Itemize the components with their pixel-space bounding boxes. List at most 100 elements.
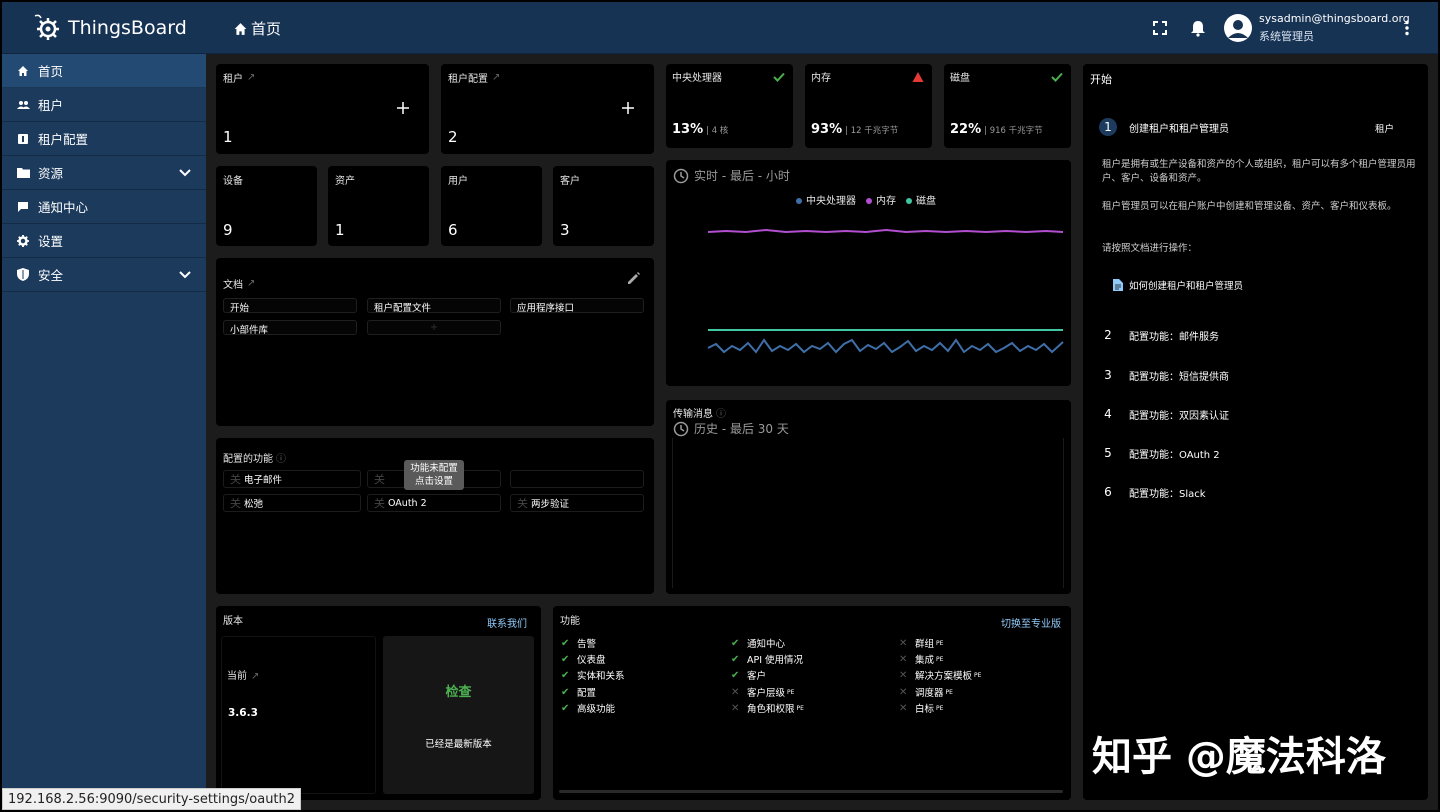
check-version-button[interactable]: 检查 — [383, 681, 534, 700]
step-3[interactable]: 3 配置功能：短信提供商 — [1099, 366, 1229, 384]
configured-features-label: 配置的功能 ⓘ — [223, 450, 286, 465]
current-version-value: 3.6.3 — [228, 707, 258, 719]
feature-item-label: 告警 — [577, 639, 597, 650]
gear-icon — [16, 234, 30, 248]
close-icon: ✕ — [899, 637, 908, 649]
feature-item: ✕ 集成 PE — [899, 652, 943, 667]
document-icon — [1113, 279, 1123, 291]
customers-count: 3 — [560, 221, 570, 239]
thingsboard-logo-icon — [34, 14, 59, 40]
folder-icon — [16, 166, 30, 180]
doc-link-widgets-library[interactable]: 小部件库 — [223, 320, 357, 336]
users-count: 6 — [448, 221, 458, 239]
sidebar-item-settings[interactable]: 设置 — [2, 224, 206, 258]
doc-link-api[interactable]: 应用程序接口 — [510, 298, 644, 314]
latest-version-text: 已经是最新版本 — [425, 739, 492, 750]
docs-label: 文档 ↗ — [223, 278, 256, 291]
memory-series-line — [707, 228, 1064, 234]
feature-email[interactable]: 关电子邮件 — [223, 470, 361, 488]
doc-link-tenant-profiles[interactable]: 租户配置文件 — [367, 298, 501, 314]
sidebar-item-tenants[interactable]: 租户 — [2, 88, 206, 122]
horizontal-scrollbar[interactable] — [559, 790, 1063, 793]
open-link-icon: ↗ — [492, 72, 501, 83]
step-1-paragraph-3: 请按照文档进行操作： — [1102, 243, 1198, 254]
sidebar-item-label: 设置 — [38, 234, 64, 249]
sidebar-item-home[interactable]: 首页 — [2, 54, 206, 88]
check-icon: ✔ — [561, 637, 570, 649]
feature-2fa[interactable]: 关两步验证 — [510, 494, 644, 512]
off-indicator: 关 — [374, 497, 385, 510]
feature-item-label: 通知中心 — [747, 639, 786, 650]
contact-us-link[interactable]: 联系我们 — [487, 615, 527, 630]
step-1[interactable]: 1 创建租户和租户管理员 — [1099, 118, 1229, 136]
open-link-icon: ↗ — [247, 72, 256, 83]
feature-item: ✔ 仪表盘 — [561, 652, 606, 667]
sidebar-item-tenant-profiles[interactable]: 租户配置 — [2, 122, 206, 156]
check-icon — [1051, 72, 1063, 82]
home-icon — [16, 64, 30, 78]
step-2[interactable]: 2 配置功能：邮件服务 — [1099, 326, 1219, 344]
edit-icon[interactable] — [626, 270, 642, 286]
feature-oauth2[interactable]: 关 OAuth 2 — [367, 494, 501, 512]
feature-item-label: 高级功能 — [577, 704, 616, 715]
open-link-icon: ↗ — [251, 671, 260, 682]
memory-value: 93% | 12 千兆字节 — [811, 122, 899, 137]
sidebar-item-security[interactable]: 安全 — [2, 258, 206, 292]
assets-card[interactable]: 资产 1 — [328, 166, 429, 246]
add-doc-link-button[interactable]: + — [367, 320, 501, 335]
feature-item-label: 解决方案模板 — [915, 671, 973, 682]
feature-item-label: 群组 — [915, 639, 935, 650]
doc-link-getting-started[interactable]: 开始 — [223, 298, 357, 314]
memory-card: 内存 93% | 12 千兆字节 — [805, 64, 932, 148]
chevron-down-icon[interactable] — [178, 268, 192, 282]
feature-item: ✔ API 使用情况 — [731, 652, 803, 667]
sidebar-item-label: 安全 — [38, 268, 64, 283]
step-5[interactable]: 5 配置功能：OAuth 2 — [1099, 444, 1220, 462]
fullscreen-icon[interactable] — [1151, 19, 1169, 37]
sidebar-item-label: 租户 — [38, 98, 64, 113]
info-icon: ⓘ — [276, 454, 286, 465]
avatar[interactable] — [1224, 14, 1252, 42]
tenant-profiles-card[interactable]: 租户配置 ↗ 2 — [441, 64, 654, 154]
tenants-card[interactable]: 租户 ↗ 1 — [216, 64, 429, 154]
info-icon: ⓘ — [716, 409, 726, 420]
tenants-count: 1 — [223, 128, 233, 146]
pe-badge: PE — [945, 688, 953, 696]
pe-badge: PE — [974, 671, 982, 679]
off-indicator: 关 — [230, 497, 241, 510]
feature-item-label: 实体和关系 — [577, 671, 625, 682]
check-icon: ✔ — [731, 653, 740, 665]
off-indicator: 关 — [517, 497, 528, 510]
sidebar-item-label: 租户配置 — [38, 132, 89, 147]
add-tenant-profile-button[interactable] — [621, 101, 635, 115]
home-icon — [234, 22, 247, 35]
customers-card[interactable]: 客户 3 — [553, 166, 654, 246]
upgrade-to-pe-link[interactable]: 切换至专业版 — [1001, 615, 1061, 630]
top-bar: 首页 sysadmin@thingsboard.org 系统管理员 — [206, 2, 1438, 54]
sidebar-item-resources[interactable]: 资源 — [2, 156, 206, 190]
check-icon: ✔ — [561, 686, 570, 698]
transport-chart-area — [672, 438, 1064, 588]
main-content: 租户 ↗ 1 租户配置 ↗ 2 设备 9 资产 1 用户 6 客户 3 文档 ↗ 开始… — [206, 54, 1438, 810]
sidebar-item-notification-center[interactable]: 通知中心 — [2, 190, 206, 224]
add-tenant-button[interactable] — [396, 101, 410, 115]
devices-card[interactable]: 设备 9 — [216, 166, 317, 246]
step-6[interactable]: 6 配置功能：Slack — [1099, 483, 1205, 501]
doc-link-create-tenant[interactable]: 如何创建租户和租户管理员 — [1113, 278, 1243, 292]
users-icon — [16, 98, 30, 112]
brand[interactable]: ThingsBoard — [2, 2, 206, 54]
users-card[interactable]: 用户 6 — [441, 166, 542, 246]
open-link-icon: ↗ — [247, 278, 256, 289]
user-email[interactable]: sysadmin@thingsboard.org — [1259, 12, 1410, 25]
step-4[interactable]: 4 配置功能：双因素认证 — [1099, 405, 1229, 423]
feature-slack[interactable]: 关松弛 — [223, 494, 361, 512]
chevron-down-icon[interactable] — [178, 166, 192, 180]
step-number: 2 — [1104, 328, 1112, 342]
disk-value: 22% | 916 千兆字节 — [950, 122, 1043, 137]
step-1-tag: 租户 — [1375, 124, 1395, 135]
bell-icon[interactable] — [1189, 19, 1207, 37]
step-label: 配置功能：双因素认证 — [1129, 410, 1229, 422]
more-vert-icon[interactable] — [1398, 19, 1416, 37]
sidebar-item-label: 首页 — [38, 64, 64, 79]
feature-item-label: 客户层级 — [747, 688, 786, 699]
